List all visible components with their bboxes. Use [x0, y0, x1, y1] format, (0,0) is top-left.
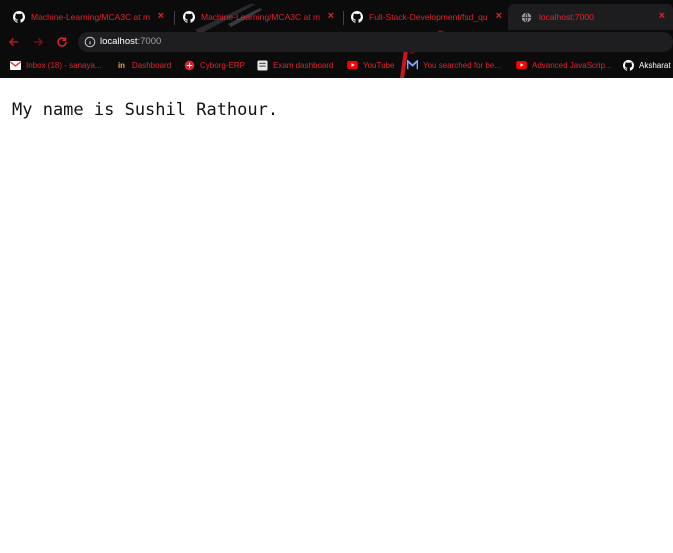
youtube-icon — [347, 60, 358, 71]
page-content: My name is Sushil Rathour. — [0, 78, 673, 553]
gmail-icon — [10, 60, 21, 71]
github-icon — [623, 59, 634, 71]
tab-3[interactable]: Full-Stack-Development/fsd_qu × — [338, 4, 510, 30]
bookmark-label: Exam dashboard — [273, 60, 334, 70]
close-icon[interactable]: × — [659, 11, 665, 22]
globe-icon — [520, 11, 533, 24]
cyborg-icon — [184, 60, 195, 71]
tab-title: Machine-Learning/MCA3C at m — [31, 12, 151, 22]
url-port: :7000 — [137, 36, 162, 47]
bookmark-label: Advanced JavaScrip... — [532, 60, 612, 70]
bookmark-label: YouTube — [363, 60, 395, 70]
github-icon — [182, 11, 195, 24]
bookmarks-bar: Inbox (18) - sanaya... in Dashboard Cybo… — [0, 56, 673, 74]
page-message: My name is Sushil Rathour. — [12, 100, 279, 120]
bookmark-label: Inbox (18) - sanaya... — [26, 60, 102, 70]
tab-strip: Machine-Learning/MCA3C at m × Machine-Le… — [0, 4, 673, 30]
bookmark-dashboard[interactable]: in Dashboard — [116, 58, 171, 72]
bookmark-exam-dashboard[interactable]: Exam dashboard — [257, 58, 333, 72]
address-bar[interactable]: localhost:7000 — [78, 32, 673, 52]
back-arrow-icon[interactable] — [6, 34, 22, 50]
bookmark-inbox[interactable]: Inbox (18) - sanaya... — [10, 58, 102, 72]
tab-4-active[interactable]: localhost:7000 × — [508, 4, 673, 30]
tab-title: localhost:7000 — [539, 12, 594, 22]
github-icon — [12, 11, 25, 24]
dashboard-icon: in — [117, 60, 126, 70]
exam-icon — [257, 59, 268, 71]
forward-arrow-icon[interactable] — [30, 34, 46, 50]
bookmark-advanced-js[interactable]: Advanced JavaScrip... — [516, 58, 612, 72]
youtube-icon — [516, 60, 527, 71]
reload-icon[interactable] — [54, 34, 70, 50]
bookmark-label: Aksharat — [639, 60, 671, 70]
bookmark-aksharat[interactable]: Aksharat — [623, 58, 671, 72]
m-icon — [407, 60, 418, 71]
tab-2[interactable]: Machine-Learning/MCA3C at m × — [170, 4, 342, 30]
bookmark-label: Dashboard — [132, 60, 172, 70]
close-icon[interactable]: × — [328, 11, 334, 22]
tab-title: Machine-Learning/MCA3C at m — [201, 12, 321, 22]
bookmark-label: Cyborg-ERP — [200, 60, 245, 70]
github-icon — [350, 11, 363, 24]
close-icon[interactable]: × — [158, 11, 164, 22]
url-host: localhost — [100, 36, 138, 47]
bookmark-search[interactable]: You searched for be... — [407, 58, 501, 72]
bookmark-cyborg-erp[interactable]: Cyborg-ERP — [184, 58, 245, 72]
bookmark-youtube[interactable]: YouTube — [347, 58, 394, 72]
navigation-toolbar: localhost:7000 — [0, 30, 673, 54]
site-info-icon[interactable] — [84, 36, 96, 48]
browser-chrome: Machine-Learning/MCA3C at m × Machine-Le… — [0, 0, 673, 78]
close-icon[interactable]: × — [496, 11, 502, 22]
tab-title: Full-Stack-Development/fsd_qu — [369, 12, 488, 22]
url-text: localhost:7000 — [100, 36, 161, 47]
bookmark-label: You searched for be... — [423, 60, 501, 70]
tab-1[interactable]: Machine-Learning/MCA3C at m × — [0, 4, 172, 30]
